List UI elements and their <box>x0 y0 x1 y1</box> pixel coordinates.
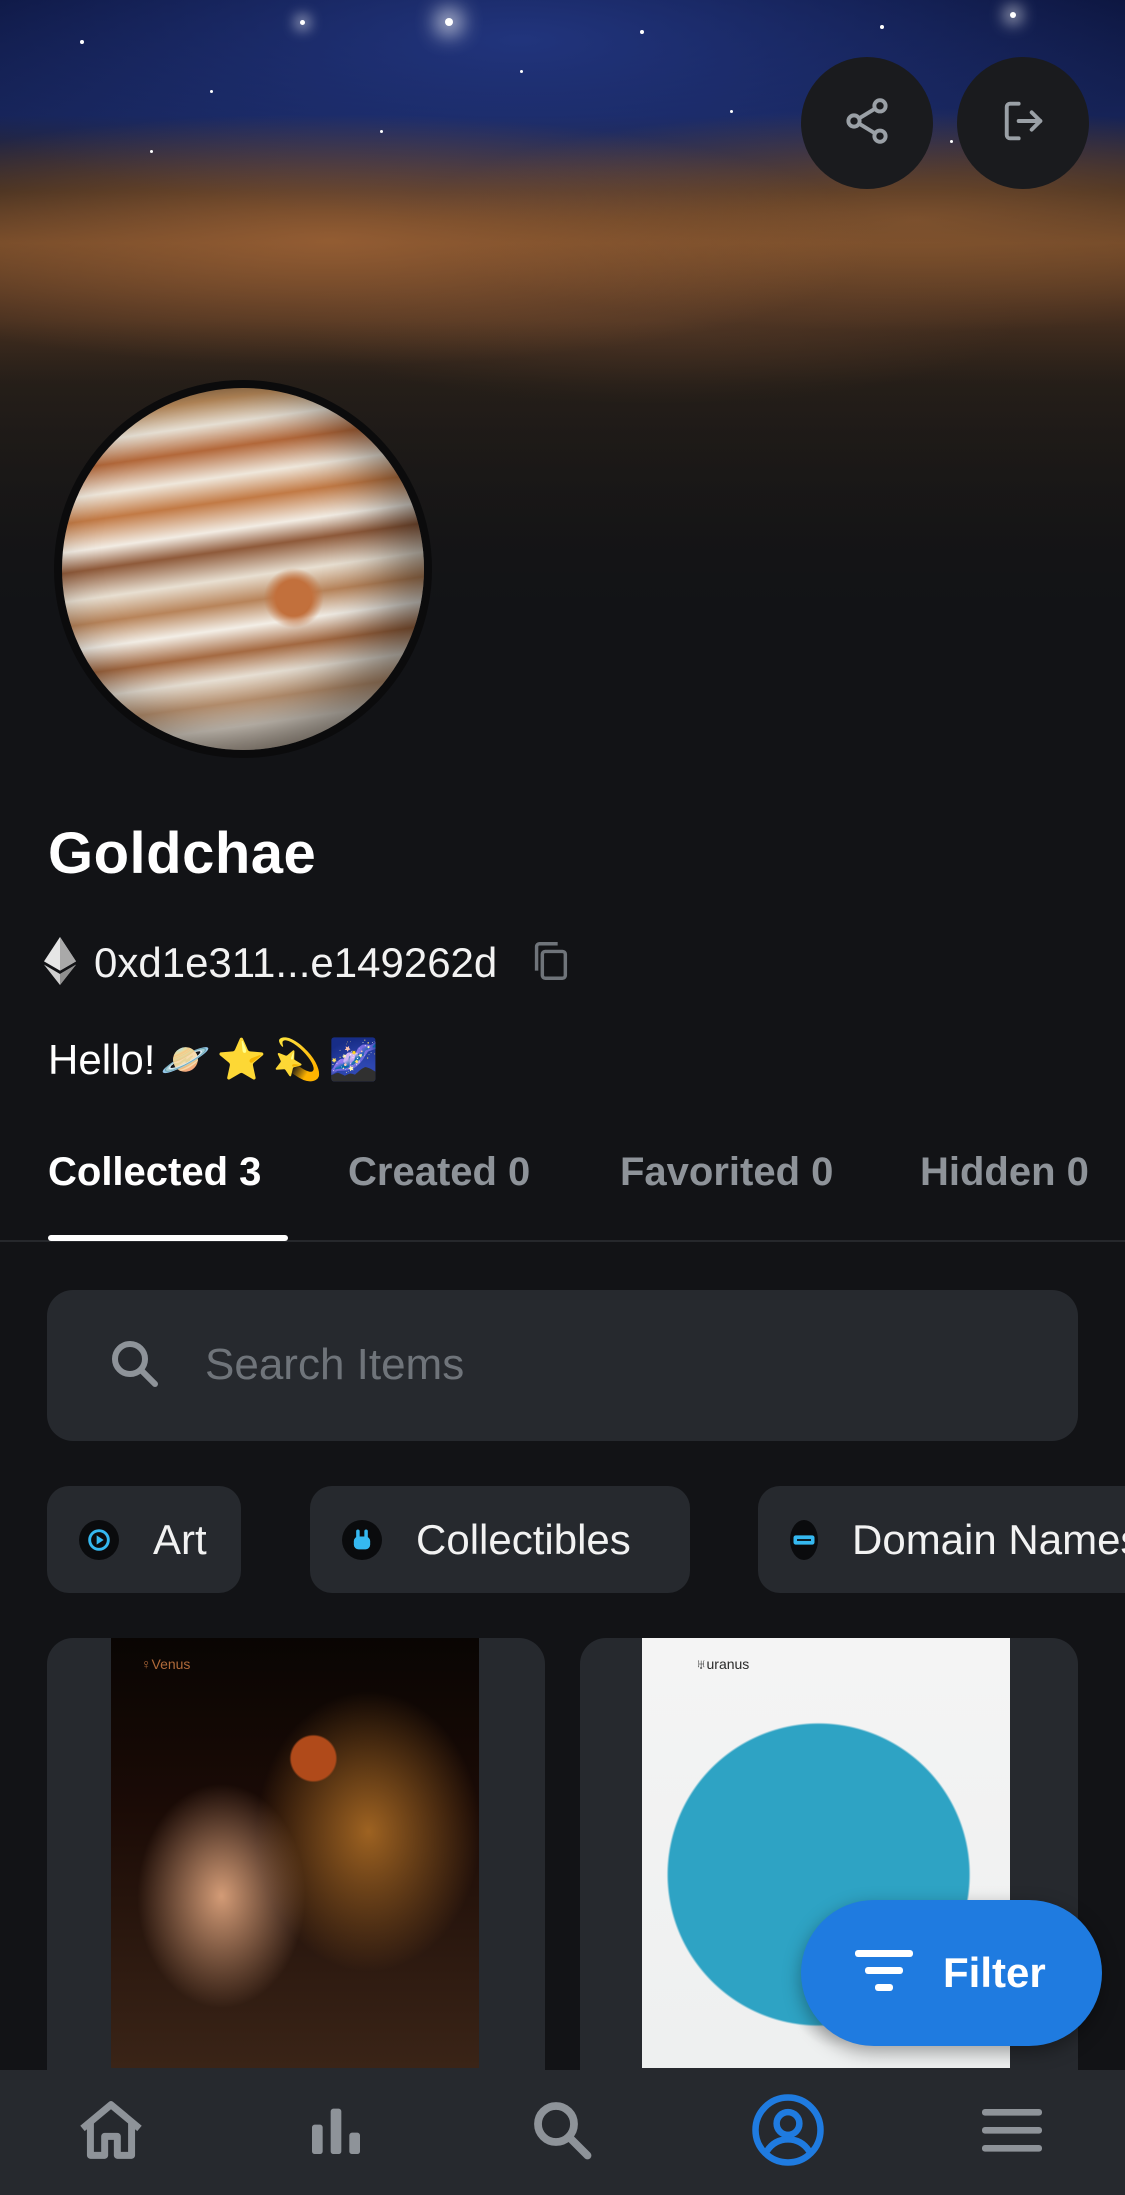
domain-names-icon <box>790 1519 818 1560</box>
logout-icon <box>997 95 1049 152</box>
bio-text: Hello! <box>48 1036 156 1083</box>
filter-label: Filter <box>943 1949 1046 1996</box>
wallet-address: 0xd1e311...e149262d <box>94 939 498 986</box>
milky-way-emoji: 🌌 <box>328 1038 379 1082</box>
stats-icon <box>304 2098 368 2167</box>
tab-created[interactable]: Created 0 <box>348 1150 530 1195</box>
filter-button[interactable]: Filter <box>801 1900 1102 2046</box>
copy-icon[interactable] <box>527 938 573 989</box>
share-icon <box>841 95 893 152</box>
art-icon <box>79 1519 119 1560</box>
logout-button[interactable] <box>957 57 1089 189</box>
search-icon <box>526 2094 598 2171</box>
nft-image-tag: ♀Venus <box>141 1656 191 1672</box>
wallet-address-row: 0xd1e311...e149262d <box>44 935 573 991</box>
share-button[interactable] <box>801 57 933 189</box>
profile-avatar <box>54 380 432 758</box>
menu-icon <box>976 2094 1048 2171</box>
profile-icon <box>749 2091 827 2174</box>
collectibles-icon <box>342 1519 382 1560</box>
nav-search[interactable] <box>522 2092 602 2172</box>
nav-home[interactable] <box>71 2092 151 2172</box>
bottom-navigation <box>0 2070 1125 2195</box>
chip-collectibles[interactable]: Collectibles <box>310 1486 690 1593</box>
star-emoji: ⭐ <box>216 1038 267 1082</box>
filter-icon <box>855 1949 913 1997</box>
nav-menu[interactable] <box>972 2092 1052 2172</box>
search-icon <box>105 1334 165 1399</box>
chip-label: Domain Names <box>852 1515 1125 1563</box>
chip-domain-names[interactable]: Domain Names <box>758 1486 1125 1593</box>
ethereum-icon <box>44 936 76 990</box>
tab-favorited[interactable]: Favorited 0 <box>620 1150 833 1195</box>
search-input[interactable] <box>205 1330 1025 1400</box>
profile-tabs: Collected 3 Created 0 Favorited 0 Hidden… <box>0 1130 1125 1242</box>
nav-stats[interactable] <box>296 2092 376 2172</box>
tab-hidden[interactable]: Hidden 0 <box>920 1150 1089 1195</box>
planet-emoji: 🪐 <box>160 1038 211 1082</box>
nft-image: ♀Venus <box>111 1638 479 2068</box>
dizzy-emoji: 💫 <box>272 1038 323 1082</box>
search-bar[interactable] <box>47 1290 1078 1441</box>
chip-label: Collectibles <box>416 1515 631 1563</box>
tab-collected[interactable]: Collected 3 <box>48 1150 261 1195</box>
active-tab-indicator <box>48 1235 288 1241</box>
home-icon <box>73 2092 149 2173</box>
profile-bio: Hello! 🪐 ⭐ 💫 🌌 <box>48 1030 379 1090</box>
nft-image-tag: ♅uranus <box>696 1656 750 1672</box>
nav-profile[interactable] <box>748 2092 828 2172</box>
chip-art[interactable]: Art <box>47 1486 241 1593</box>
chip-label: Art <box>153 1515 207 1563</box>
profile-name: Goldchae <box>48 821 317 886</box>
